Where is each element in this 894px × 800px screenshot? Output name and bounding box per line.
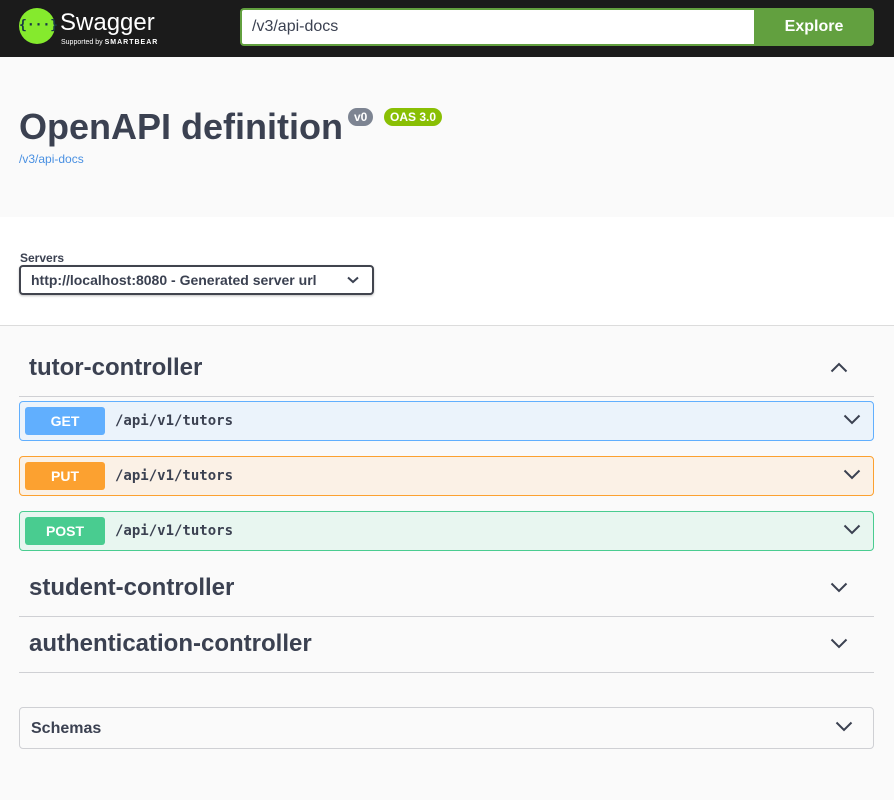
chevron-down-icon[interactable] <box>843 414 861 425</box>
operation-path: /api/v1/tutors <box>115 413 234 429</box>
chevron-down-icon[interactable] <box>830 582 848 593</box>
info-section: OpenAPI definition v0 OAS 3.0 /v3/api-do… <box>0 57 894 217</box>
chevron-down-icon[interactable] <box>843 469 861 480</box>
chevron-down-icon[interactable] <box>835 721 853 732</box>
method-badge-get: GET <box>25 407 105 435</box>
operation-path: /api/v1/tutors <box>115 468 234 484</box>
brand-name[interactable]: Swagger <box>60 9 155 37</box>
logo-glyph: {···} <box>19 18 59 33</box>
api-docs-link[interactable]: /v3/api-docs <box>19 152 84 166</box>
servers-label: Servers <box>20 251 65 265</box>
tag-student-controller[interactable]: student-controller <box>19 561 874 617</box>
swagger-logo-icon[interactable]: {···} <box>19 8 59 44</box>
version-badge: v0 <box>348 108 374 126</box>
method-badge-post: POST <box>25 517 105 545</box>
tag-tutor-controller[interactable]: tutor-controller <box>19 341 874 397</box>
tag-authentication-controller[interactable]: authentication-controller <box>19 617 874 673</box>
brand-subtitle: Supported by SMARTBEAR <box>61 38 158 47</box>
operation-get-tutors[interactable]: GET /api/v1/tutors <box>19 401 874 441</box>
chevron-up-icon[interactable] <box>830 362 848 373</box>
topbar: {···} Swagger Supported by SMARTBEAR Exp… <box>0 0 894 57</box>
page-title: OpenAPI definition <box>19 106 343 147</box>
tag-name: authentication-controller <box>29 630 312 657</box>
operation-put-tutors[interactable]: PUT /api/v1/tutors <box>19 456 874 496</box>
explore-button[interactable]: Explore <box>754 8 874 46</box>
server-select-value: http://localhost:8080 - Generated server… <box>31 272 317 288</box>
brand-sub-prefix: Supported by <box>61 39 103 46</box>
schemas-label: Schemas <box>31 720 102 737</box>
method-badge-put: PUT <box>25 462 105 490</box>
operation-post-tutors[interactable]: POST /api/v1/tutors <box>19 511 874 551</box>
api-url-input[interactable] <box>240 8 754 46</box>
tag-name: student-controller <box>29 574 235 601</box>
tag-name: tutor-controller <box>29 354 203 381</box>
oas-badge: OAS 3.0 <box>384 108 443 126</box>
brand-sub-company: SMARTBEAR <box>104 39 159 46</box>
server-select[interactable]: http://localhost:8080 - Generated server… <box>19 265 374 295</box>
schemas-section[interactable]: Schemas <box>19 707 874 749</box>
chevron-down-icon <box>347 276 359 284</box>
chevron-down-icon[interactable] <box>843 524 861 535</box>
chevron-down-icon[interactable] <box>830 638 848 649</box>
operation-path: /api/v1/tutors <box>115 523 234 539</box>
servers-section: Servers http://localhost:8080 - Generate… <box>0 217 894 326</box>
